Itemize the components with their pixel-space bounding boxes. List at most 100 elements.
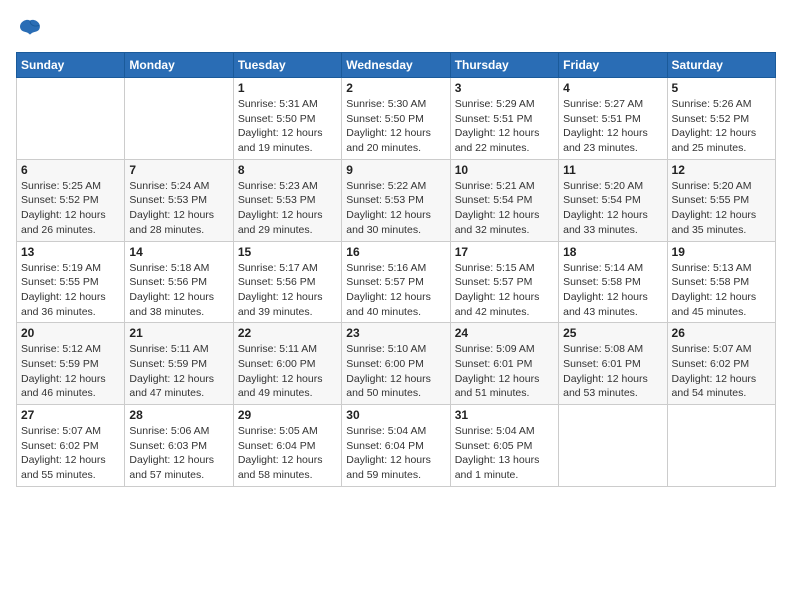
day-info: Sunrise: 5:12 AMSunset: 5:59 PMDaylight:… [21,342,120,401]
calendar-cell: 11 Sunrise: 5:20 AMSunset: 5:54 PMDayligh… [559,159,667,241]
day-number: 29 [238,408,337,422]
calendar-week-row: 27Sunrise: 5:07 AMSunset: 6:02 PMDayligh… [17,405,776,487]
day-info: Sunrise: 5:14 AMSunset: 5:58 PMDaylight:… [563,261,662,320]
day-number: 23 [346,326,445,340]
day-number: 7 [129,163,228,177]
day-number: 11 [563,163,662,177]
day-number: 30 [346,408,445,422]
day-number: 27 [21,408,120,422]
calendar-cell: 16 Sunrise: 5:16 AMSunset: 5:57 PMDayligh… [342,241,450,323]
day-number: 31 [455,408,554,422]
day-number: 28 [129,408,228,422]
calendar-cell: 13Sunrise: 5:19 AMSunset: 5:55 PMDayligh… [17,241,125,323]
calendar-cell: 18 Sunrise: 5:14 AMSunset: 5:58 PMDayligh… [559,241,667,323]
day-info: Sunrise: 5:05 AMSunset: 6:04 PMDaylight:… [238,424,337,483]
calendar-cell: 20 Sunrise: 5:12 AMSunset: 5:59 PMDayligh… [17,323,125,405]
day-number: 5 [672,81,771,95]
calendar-cell: 27Sunrise: 5:07 AMSunset: 6:02 PMDayligh… [17,405,125,487]
calendar-cell: 21 Sunrise: 5:11 AMSunset: 5:59 PMDayligh… [125,323,233,405]
day-number: 4 [563,81,662,95]
day-info: Sunrise: 5:29 AMSunset: 5:51 PMDaylight:… [455,97,554,156]
day-info: Sunrise: 5:16 AMSunset: 5:57 PMDaylight:… [346,261,445,320]
calendar-cell: 15 Sunrise: 5:17 AMSunset: 5:56 PMDayligh… [233,241,341,323]
day-number: 25 [563,326,662,340]
day-info: Sunrise: 5:08 AMSunset: 6:01 PMDaylight:… [563,342,662,401]
page-header [16,16,776,44]
calendar-header-wednesday: Wednesday [342,53,450,78]
calendar-cell: 24 Sunrise: 5:09 AMSunset: 6:01 PMDayligh… [450,323,558,405]
day-number: 24 [455,326,554,340]
calendar-cell: 28 Sunrise: 5:06 AMSunset: 6:03 PMDayligh… [125,405,233,487]
day-info: Sunrise: 5:07 AMSunset: 6:02 PMDaylight:… [672,342,771,401]
calendar-cell: 2 Sunrise: 5:30 AMSunset: 5:50 PMDaylight… [342,78,450,160]
calendar-cell: 17Sunrise: 5:15 AMSunset: 5:57 PMDayligh… [450,241,558,323]
day-info: Sunrise: 5:24 AMSunset: 5:53 PMDaylight:… [129,179,228,238]
calendar-header-row: SundayMondayTuesdayWednesdayThursdayFrid… [17,53,776,78]
calendar-header-monday: Monday [125,53,233,78]
day-number: 13 [21,245,120,259]
day-number: 8 [238,163,337,177]
day-number: 2 [346,81,445,95]
day-number: 15 [238,245,337,259]
day-number: 9 [346,163,445,177]
day-info: Sunrise: 5:30 AMSunset: 5:50 PMDaylight:… [346,97,445,156]
day-info: Sunrise: 5:20 AMSunset: 5:54 PMDaylight:… [563,179,662,238]
calendar-cell: 8Sunrise: 5:23 AMSunset: 5:53 PMDaylight… [233,159,341,241]
day-info: Sunrise: 5:18 AMSunset: 5:56 PMDaylight:… [129,261,228,320]
calendar-header-sunday: Sunday [17,53,125,78]
calendar-cell: 4Sunrise: 5:27 AMSunset: 5:51 PMDaylight… [559,78,667,160]
calendar-cell: 29 Sunrise: 5:05 AMSunset: 6:04 PMDayligh… [233,405,341,487]
day-number: 19 [672,245,771,259]
day-info: Sunrise: 5:04 AMSunset: 6:04 PMDaylight:… [346,424,445,483]
day-info: Sunrise: 5:20 AMSunset: 5:55 PMDaylight:… [672,179,771,238]
day-info: Sunrise: 5:10 AMSunset: 6:00 PMDaylight:… [346,342,445,401]
calendar-cell: 22 Sunrise: 5:11 AMSunset: 6:00 PMDayligh… [233,323,341,405]
calendar-week-row: 6Sunrise: 5:25 AMSunset: 5:52 PMDaylight… [17,159,776,241]
day-info: Sunrise: 5:11 AMSunset: 5:59 PMDaylight:… [129,342,228,401]
calendar-cell: 25 Sunrise: 5:08 AMSunset: 6:01 PMDayligh… [559,323,667,405]
day-number: 21 [129,326,228,340]
day-info: Sunrise: 5:17 AMSunset: 5:56 PMDaylight:… [238,261,337,320]
day-number: 18 [563,245,662,259]
calendar-cell: 5Sunrise: 5:26 AMSunset: 5:52 PMDaylight… [667,78,775,160]
day-info: Sunrise: 5:09 AMSunset: 6:01 PMDaylight:… [455,342,554,401]
calendar-cell: 10Sunrise: 5:21 AMSunset: 5:54 PMDayligh… [450,159,558,241]
day-number: 12 [672,163,771,177]
day-info: Sunrise: 5:22 AMSunset: 5:53 PMDaylight:… [346,179,445,238]
day-number: 6 [21,163,120,177]
logo-bird-icon [16,16,44,44]
calendar-cell: 3 Sunrise: 5:29 AMSunset: 5:51 PMDaylight… [450,78,558,160]
day-number: 1 [238,81,337,95]
day-info: Sunrise: 5:11 AMSunset: 6:00 PMDaylight:… [238,342,337,401]
calendar-cell: 19 Sunrise: 5:13 AMSunset: 5:58 PMDayligh… [667,241,775,323]
calendar-cell: 1Sunrise: 5:31 AMSunset: 5:50 PMDaylight… [233,78,341,160]
day-number: 16 [346,245,445,259]
day-info: Sunrise: 5:04 AMSunset: 6:05 PMDaylight:… [455,424,554,483]
calendar-cell: 9 Sunrise: 5:22 AMSunset: 5:53 PMDaylight… [342,159,450,241]
calendar-cell: 31 Sunrise: 5:04 AMSunset: 6:05 PMDayligh… [450,405,558,487]
day-info: Sunrise: 5:21 AMSunset: 5:54 PMDaylight:… [455,179,554,238]
day-number: 14 [129,245,228,259]
calendar-cell: 7 Sunrise: 5:24 AMSunset: 5:53 PMDaylight… [125,159,233,241]
calendar-cell [17,78,125,160]
day-number: 3 [455,81,554,95]
calendar-cell [559,405,667,487]
calendar-cell [125,78,233,160]
calendar-header-saturday: Saturday [667,53,775,78]
calendar-cell: 12 Sunrise: 5:20 AMSunset: 5:55 PMDayligh… [667,159,775,241]
calendar-header-friday: Friday [559,53,667,78]
day-number: 22 [238,326,337,340]
calendar-table: SundayMondayTuesdayWednesdayThursdayFrid… [16,52,776,487]
calendar-header-thursday: Thursday [450,53,558,78]
calendar-week-row: 1Sunrise: 5:31 AMSunset: 5:50 PMDaylight… [17,78,776,160]
calendar-cell: 6Sunrise: 5:25 AMSunset: 5:52 PMDaylight… [17,159,125,241]
calendar-cell: 30 Sunrise: 5:04 AMSunset: 6:04 PMDayligh… [342,405,450,487]
day-info: Sunrise: 5:06 AMSunset: 6:03 PMDaylight:… [129,424,228,483]
calendar-cell: 23 Sunrise: 5:10 AMSunset: 6:00 PMDayligh… [342,323,450,405]
day-number: 20 [21,326,120,340]
calendar-week-row: 20 Sunrise: 5:12 AMSunset: 5:59 PMDayligh… [17,323,776,405]
calendar-cell [667,405,775,487]
logo [16,16,48,44]
day-info: Sunrise: 5:13 AMSunset: 5:58 PMDaylight:… [672,261,771,320]
calendar-cell: 26Sunrise: 5:07 AMSunset: 6:02 PMDayligh… [667,323,775,405]
